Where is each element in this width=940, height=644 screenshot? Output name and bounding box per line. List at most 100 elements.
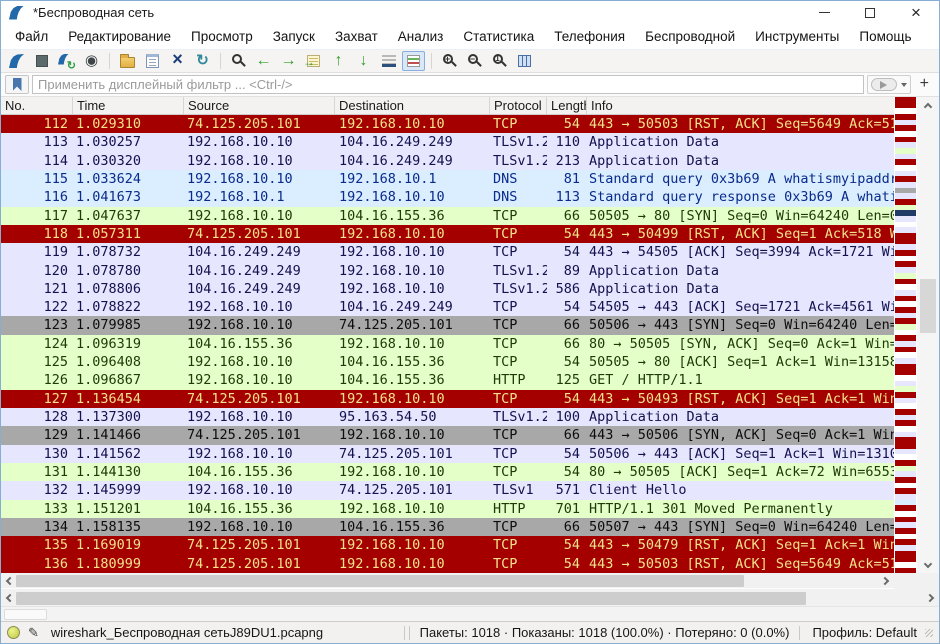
cell-info: Application Data — [587, 408, 894, 426]
go-last-packet-icon[interactable] — [352, 51, 375, 71]
packet-minimap[interactable] — [895, 97, 916, 573]
cell-no: 127 — [1, 390, 73, 408]
hscroll-track-1[interactable] — [16, 573, 879, 588]
close-button[interactable]: × — [893, 1, 939, 24]
maximize-button[interactable] — [847, 1, 893, 24]
vertical-scroll-thumb[interactable] — [920, 279, 936, 333]
restart-capture-icon[interactable] — [55, 51, 78, 71]
start-capture-icon[interactable] — [5, 51, 28, 71]
filter-history-caret-icon[interactable] — [901, 83, 907, 90]
packet-row-118[interactable]: 1181.05731174.125.205.101192.168.10.10TC… — [1, 225, 894, 243]
menu-item-статистика[interactable]: Статистика — [453, 29, 544, 44]
edit-comment-icon[interactable]: ✎ — [28, 625, 39, 641]
column-header-length[interactable]: Length — [547, 97, 587, 114]
packet-row-131[interactable]: 1311.144130104.16.155.36192.168.10.10TCP… — [1, 463, 894, 481]
packet-row-132[interactable]: 1321.145999192.168.10.1074.125.205.101TL… — [1, 481, 894, 499]
go-to-packet-icon[interactable] — [302, 51, 325, 71]
profile-label[interactable]: Профиль: Default — [802, 625, 923, 640]
cell-destination: 104.16.155.36 — [335, 371, 490, 389]
column-header-source[interactable]: Source — [184, 97, 335, 114]
packet-row-124[interactable]: 1241.096319104.16.155.36192.168.10.10TCP… — [1, 335, 894, 353]
column-header-destination[interactable]: Destination — [335, 97, 490, 114]
scroll-left-button[interactable] — [1, 573, 16, 588]
packet-row-133[interactable]: 1331.151201104.16.155.36192.168.10.10HTT… — [1, 500, 894, 518]
cell-no: 129 — [1, 426, 73, 444]
packet-row-113[interactable]: 1131.030257192.168.10.10104.16.249.249TL… — [1, 133, 894, 151]
capture-options-icon[interactable] — [80, 51, 103, 71]
packet-row-125[interactable]: 1251.096408192.168.10.10104.16.155.36TCP… — [1, 353, 894, 371]
zoom-out-icon[interactable] — [463, 51, 486, 71]
cell-source: 74.125.205.101 — [184, 536, 335, 554]
menu-item-инструменты[interactable]: Инструменты — [745, 29, 849, 44]
packet-row-134[interactable]: 1341.158135192.168.10.10104.16.155.36TCP… — [1, 518, 894, 536]
packet-row-116[interactable]: 1161.041673192.168.10.1192.168.10.10DNS1… — [1, 188, 894, 206]
go-back-icon[interactable] — [252, 51, 275, 71]
cell-destination: 192.168.10.10 — [335, 243, 490, 261]
menu-item-анализ[interactable]: Анализ — [388, 29, 454, 44]
zoom-in-icon[interactable] — [438, 51, 461, 71]
resize-grip[interactable] — [925, 629, 933, 637]
packet-row-117[interactable]: 1171.047637192.168.10.10104.16.155.36TCP… — [1, 207, 894, 225]
find-packet-icon[interactable] — [227, 51, 250, 71]
scroll-right-button-2[interactable] — [924, 590, 939, 606]
go-first-packet-icon[interactable] — [327, 51, 350, 71]
add-filter-button[interactable]: + — [914, 75, 935, 95]
scroll-left-button-2[interactable] — [1, 590, 16, 606]
hscroll-thumb-1[interactable] — [16, 575, 744, 587]
hscroll-thumb-2[interactable] — [16, 592, 806, 605]
vertical-scrollbar[interactable] — [917, 97, 939, 573]
menu-item-запуск[interactable]: Запуск — [263, 29, 325, 44]
packet-row-121[interactable]: 1211.078806104.16.249.249192.168.10.10TL… — [1, 280, 894, 298]
resize-columns-icon[interactable] — [513, 51, 536, 71]
packet-row-115[interactable]: 1151.033624192.168.10.10192.168.10.1DNS8… — [1, 170, 894, 188]
apply-filter-button[interactable] — [871, 78, 897, 91]
column-header-info[interactable]: Info — [587, 97, 894, 114]
go-forward-icon[interactable] — [277, 51, 300, 71]
packet-list-hscrollbar[interactable] — [1, 573, 894, 589]
secondary-hscrollbar[interactable] — [1, 590, 939, 606]
menu-item-просмотр[interactable]: Просмотр — [181, 29, 263, 44]
scroll-down-button[interactable] — [917, 557, 939, 573]
packet-row-129[interactable]: 1291.14146674.125.205.101192.168.10.10TC… — [1, 426, 894, 444]
open-file-icon[interactable] — [116, 51, 139, 71]
menu-item-захват[interactable]: Захват — [325, 29, 388, 44]
menu-item-беспроводной[interactable]: Беспроводной — [635, 29, 745, 44]
vertical-scroll-track[interactable] — [917, 113, 939, 557]
packet-row-114[interactable]: 1141.030320192.168.10.10104.16.249.249TL… — [1, 152, 894, 170]
splitter-handle[interactable] — [4, 609, 47, 620]
packet-row-119[interactable]: 1191.078732104.16.249.249192.168.10.10TC… — [1, 243, 894, 261]
packet-row-120[interactable]: 1201.078780104.16.249.249192.168.10.10TL… — [1, 262, 894, 280]
reload-file-icon[interactable] — [191, 51, 214, 71]
close-file-icon[interactable] — [166, 51, 189, 71]
colorize-icon[interactable] — [402, 51, 425, 71]
filter-bookmark-button[interactable] — [5, 75, 29, 94]
column-header-time[interactable]: Time — [73, 97, 184, 114]
zoom-reset-icon[interactable] — [488, 51, 511, 71]
menu-item-файл[interactable]: Файл — [5, 29, 58, 44]
cell-info: Application Data — [587, 133, 894, 151]
column-header-protocol[interactable]: Protocol — [490, 97, 547, 114]
auto-scroll-icon[interactable] — [377, 51, 400, 71]
hscroll-track-2[interactable] — [16, 590, 924, 606]
column-header-no[interactable]: No. — [1, 97, 73, 114]
display-filter-input[interactable] — [32, 75, 864, 94]
packet-row-136[interactable]: 1361.18099974.125.205.101192.168.10.10TC… — [1, 555, 894, 573]
packet-row-126[interactable]: 1261.096867192.168.10.10104.16.155.36HTT… — [1, 371, 894, 389]
scroll-right-button[interactable] — [879, 573, 894, 588]
packet-row-122[interactable]: 1221.078822192.168.10.10104.16.249.249TC… — [1, 298, 894, 316]
packet-row-128[interactable]: 1281.137300192.168.10.1095.163.54.50TLSv… — [1, 408, 894, 426]
menu-item-телефония[interactable]: Телефония — [544, 29, 635, 44]
stop-capture-icon[interactable] — [30, 51, 53, 71]
cell-destination: 74.125.205.101 — [335, 445, 490, 463]
expert-info-icon[interactable] — [7, 626, 20, 639]
packet-row-112[interactable]: 1121.02931074.125.205.101192.168.10.10TC… — [1, 115, 894, 133]
packet-row-130[interactable]: 1301.141562192.168.10.1074.125.205.101TC… — [1, 445, 894, 463]
save-file-icon[interactable] — [141, 51, 164, 71]
menu-item-помощь[interactable]: Помощь — [849, 29, 921, 44]
packet-row-127[interactable]: 1271.13645474.125.205.101192.168.10.10TC… — [1, 390, 894, 408]
packet-row-123[interactable]: 1231.079985192.168.10.1074.125.205.101TC… — [1, 316, 894, 334]
menu-item-редактирование[interactable]: Редактирование — [58, 29, 181, 44]
packet-row-135[interactable]: 1351.16901974.125.205.101192.168.10.10TC… — [1, 536, 894, 554]
minimize-button[interactable] — [801, 1, 847, 24]
scroll-up-button[interactable] — [917, 97, 939, 113]
